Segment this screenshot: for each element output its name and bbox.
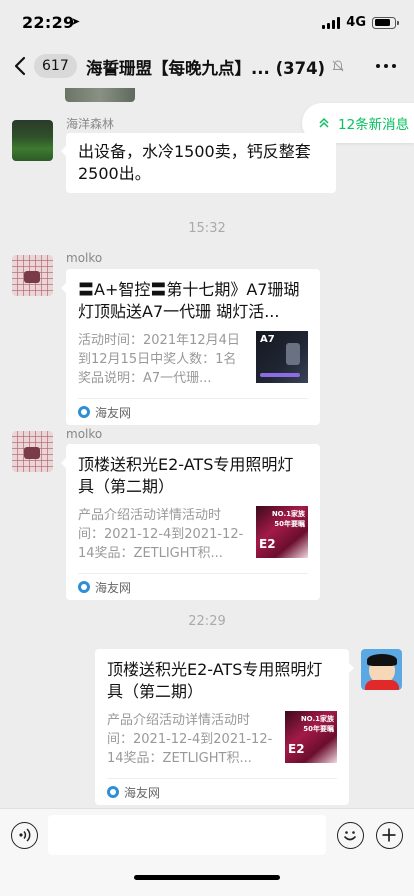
thumbnail-label: 50年要瞩 [274,520,305,528]
status-indicators: 4G [322,15,399,30]
card-description: 活动时间：2021年12月4日到12月15日中奖人数：1名奖品说明：A7一代珊.… [78,333,240,386]
card-description: 产品介绍活动详情活动时间：2021-12-4到2021-12-14奖品：ZETL… [107,713,273,766]
mute-bell-icon [332,60,344,72]
avatar[interactable] [361,649,402,690]
card-title: 顶楼送积光E2-ATS专用照明灯具（第二期） [107,660,323,701]
status-time: 22:29 [22,13,75,32]
thumbnail-label: NO.1家族 [271,510,305,518]
link-card[interactable]: 顶楼送积光E2-ATS专用照明灯具（第二期） 产品介绍活动详情活动时间：2021… [95,649,354,805]
back-arrow-icon[interactable] [12,54,30,78]
time-separator: 15:32 [188,221,226,236]
more-options-icon[interactable] [376,64,396,68]
thumbnail-label: A7 [260,334,275,345]
network-type: 4G [346,15,366,30]
thumbnail-label: 50年要瞩 [303,725,334,733]
emoji-button[interactable] [337,822,364,849]
source-name: 海友网 [95,580,132,595]
card-thumbnail: NO.1家族 50年要瞩 E2 [285,711,337,763]
signal-icon [322,16,341,29]
message-list[interactable]: 12条新消息 海洋森林 出设备，水冷1500卖，钙反整套2500出。 15:32… [0,88,414,808]
source-icon [78,581,90,593]
avatar[interactable] [12,431,53,472]
card-title: 〓A+智控〓第十七期》A7珊瑚灯顶贴送A7一代珊 瑚灯活... [78,280,300,321]
home-indicator[interactable] [134,875,280,880]
plus-icon [382,828,396,842]
voice-icon [19,828,31,842]
thumbnail-label: E2 [288,742,305,756]
time-separator: 22:29 [188,614,226,629]
chat-header: 617 海誓珊盟【每晚九点】... (374) [0,44,414,88]
source-name: 海友网 [95,405,132,420]
text-message-bubble[interactable]: 出设备，水冷1500卖，钙反整套2500出。 [61,133,336,193]
chat-title[interactable]: 海誓珊盟【每晚九点】... (374) [86,55,330,79]
unread-count-badge[interactable]: 617 [34,54,77,78]
card-title: 顶楼送积光E2-ATS专用照明灯具（第二期） [78,455,294,496]
thumbnail-label: NO.1家族 [300,715,334,723]
battery-icon [372,16,399,29]
sender-name: molko [66,427,103,441]
avatar[interactable] [12,255,53,296]
link-card[interactable]: 顶楼送积光E2-ATS专用照明灯具（第二期） 产品介绍活动详情活动时间：2021… [61,444,320,600]
card-description: 产品介绍活动详情活动时间：2021-12-4到2021-12-14奖品：ZETL… [78,508,244,561]
voice-input-button[interactable] [11,822,38,849]
more-functions-button[interactable] [376,822,403,849]
source-icon [107,786,119,798]
avatar[interactable] [12,120,53,161]
link-card[interactable]: 〓A+智控〓第十七期》A7珊瑚灯顶贴送A7一代珊 瑚灯活... 活动时间：202… [61,269,320,425]
status-bar: 22:29 ➤ 4G [0,0,414,44]
card-thumbnail: A7 [256,331,308,383]
new-messages-label: 12条新消息 [338,117,410,133]
source-name: 海友网 [124,785,161,800]
group-name: 海誓珊盟【每晚九点】... [86,59,270,78]
sender-name: 海洋森林 [66,117,115,131]
card-thumbnail: NO.1家族 50年要瞩 E2 [256,506,308,558]
smiley-icon [344,831,356,841]
double-chevron-up-icon [319,117,329,128]
source-icon [78,406,90,418]
thumbnail-label: E2 [259,537,276,551]
previous-image-message[interactable] [65,88,135,102]
input-bar [0,808,414,896]
sender-name: molko [66,251,103,265]
member-count: (374) [275,59,326,78]
message-input[interactable] [48,815,326,855]
location-arrow-icon: ➤ [71,15,81,28]
